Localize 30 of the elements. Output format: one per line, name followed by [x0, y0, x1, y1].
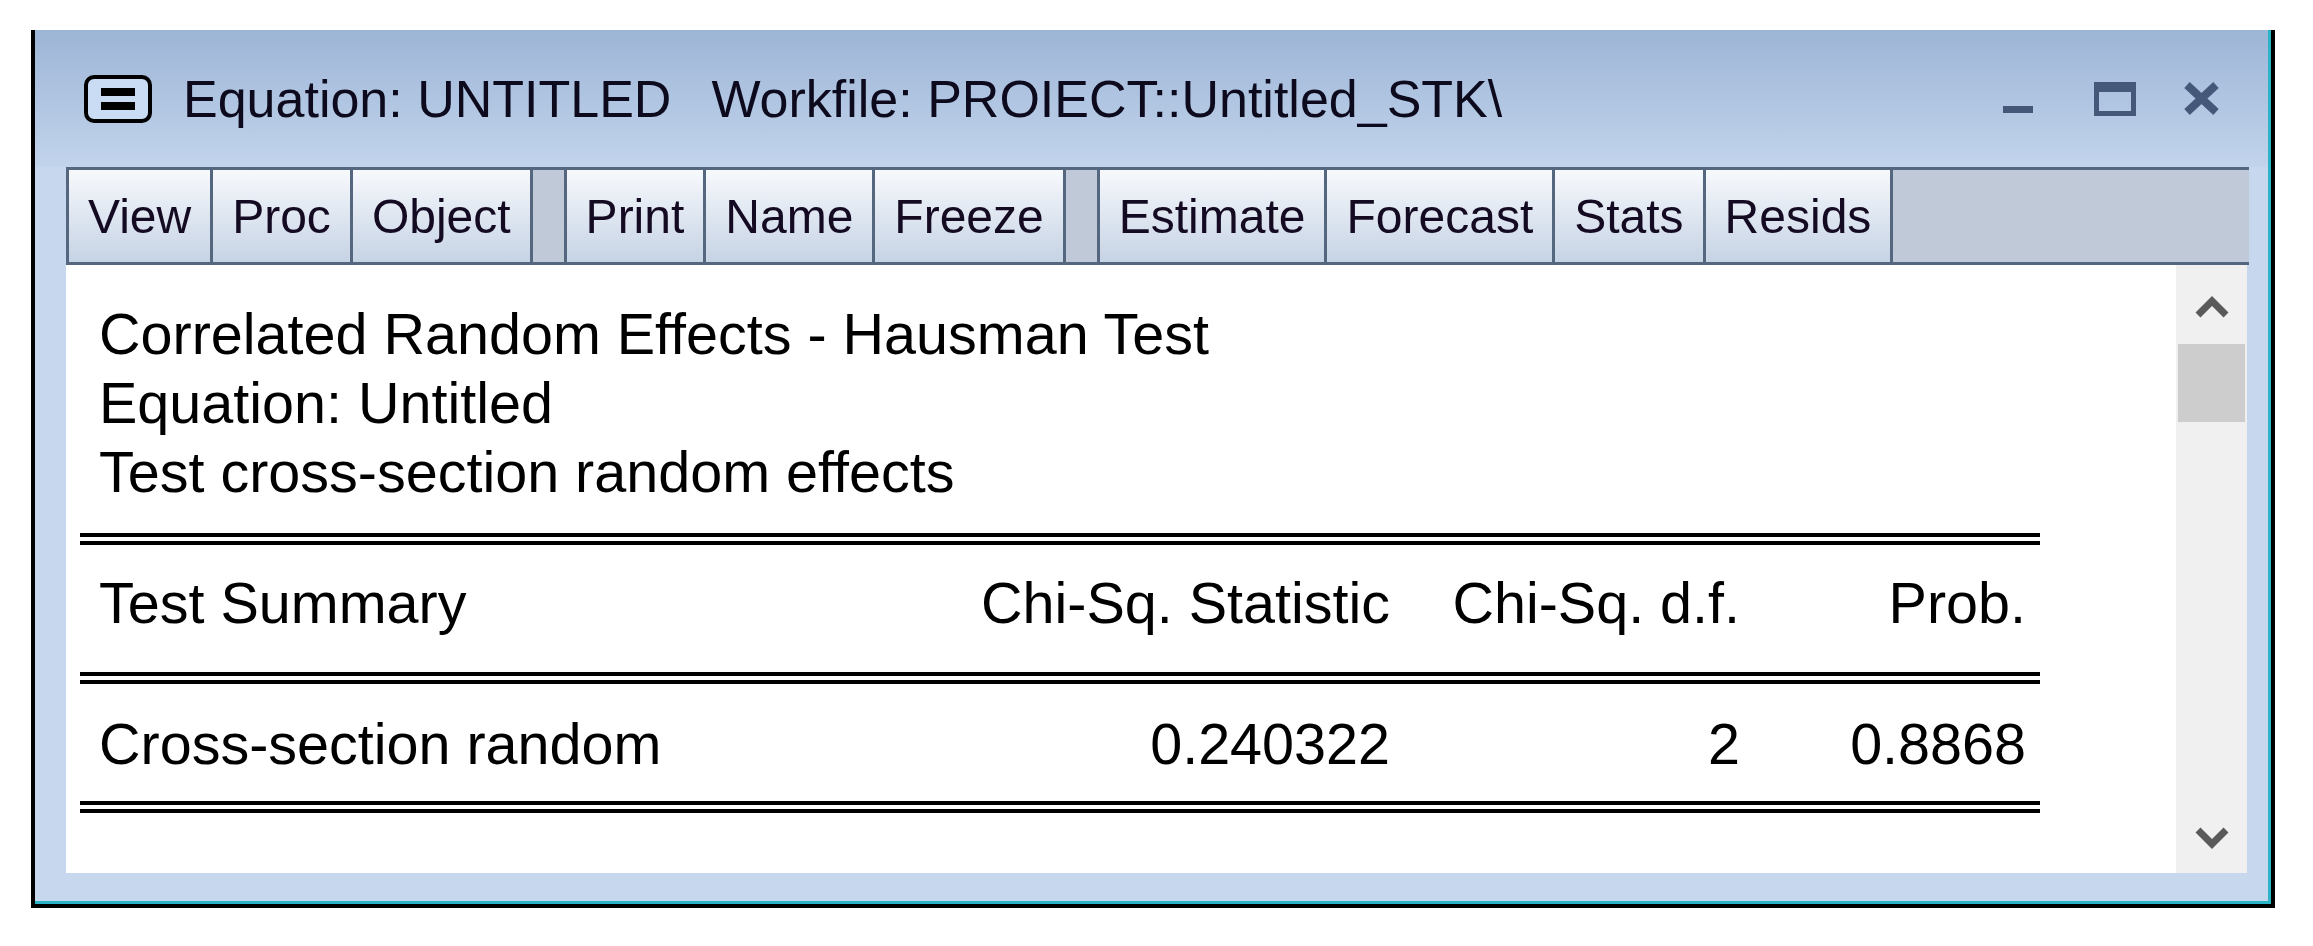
toolbar-button[interactable]: Freeze: [875, 170, 1066, 262]
table-cell-text: 0.8868: [1850, 711, 2026, 778]
window-title: Equation: UNTITLED: [183, 68, 672, 129]
scrollbar[interactable]: [2176, 265, 2247, 873]
menu-icon[interactable]: [84, 74, 152, 123]
scroll-up-icon[interactable]: [2194, 296, 2229, 318]
column-header: Test Summary: [99, 570, 467, 637]
toolbar-button[interactable]: Proc: [213, 170, 353, 262]
minimize-icon[interactable]: [2003, 105, 2033, 113]
toolbar-button[interactable]: Forecast: [1327, 170, 1556, 262]
output-line: Equation: Untitled: [99, 370, 553, 437]
toolbar-button[interactable]: View: [69, 170, 214, 262]
toolbar-button[interactable]: Object: [352, 170, 533, 262]
output-line: Correlated Random Effects - Hausman Test: [99, 301, 1210, 368]
table-cell-text: 0.240322: [1150, 711, 1390, 778]
toolbar-button[interactable]: Print: [566, 170, 707, 262]
toolbar-button[interactable]: Name: [706, 170, 876, 262]
column-header: Prob.: [1888, 570, 2026, 637]
toolbar-button[interactable]: Resids: [1705, 170, 1894, 262]
column-header: Chi-Sq. Statistic: [981, 570, 1390, 637]
table-cell-text: Cross-section random: [99, 711, 662, 778]
scrollbar-thumb[interactable]: [2178, 344, 2245, 422]
toolbar-button[interactable]: Stats: [1555, 170, 1706, 262]
toolbar-button[interactable]: Estimate: [1099, 170, 1328, 262]
column-header: Chi-Sq. d.f.: [1452, 570, 1740, 637]
close-icon[interactable]: [2183, 81, 2220, 115]
output-line: Test cross-section random effects: [99, 439, 955, 506]
workfile-label: Workfile: PROIECT::Untitled_STK\: [711, 68, 1503, 129]
table-cell-text: 2: [1708, 711, 1740, 778]
scroll-down-icon[interactable]: [2194, 827, 2229, 849]
